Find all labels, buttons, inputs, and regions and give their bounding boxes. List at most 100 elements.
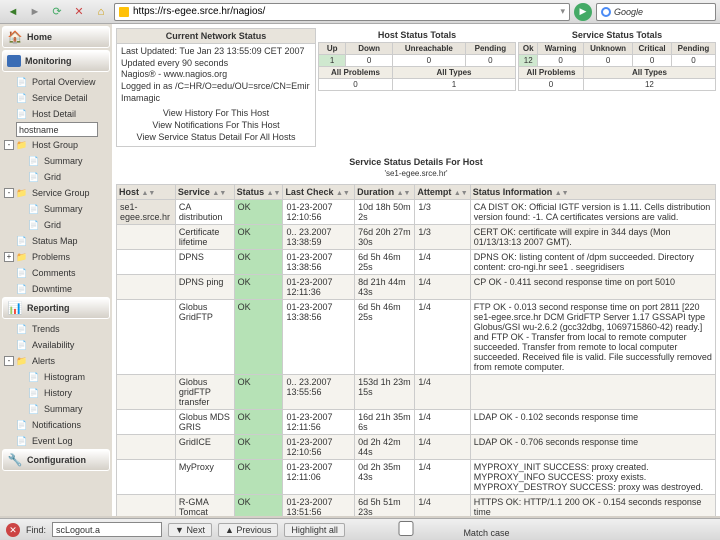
close-findbar-button[interactable]: ✕ (6, 523, 20, 537)
nav-reporting[interactable]: 📊Reporting (2, 297, 110, 319)
doc-icon: 📄 (16, 108, 28, 120)
status-cell: OK (234, 224, 283, 249)
col-host[interactable]: Host ▲▼ (117, 184, 176, 199)
nav-sg-summary[interactable]: 📄Summary (2, 201, 110, 217)
find-input[interactable] (52, 522, 162, 537)
service-status-totals: Service Status Totals OkWarningUnknownCr… (518, 28, 716, 147)
service-cell[interactable]: CA distribution (175, 199, 234, 224)
collapse-icon[interactable]: - (4, 356, 14, 366)
status-cell: OK (234, 494, 283, 516)
status-cell: OK (234, 199, 283, 224)
url-bar[interactable]: https://rs-egee.srce.hr/nagios/ ▾ (114, 3, 570, 21)
nav-host-group[interactable]: -📁Host Group (2, 137, 110, 153)
sort-icon: ▲▼ (397, 190, 411, 197)
doc-icon: 📄 (16, 76, 28, 88)
status-cell: OK (234, 374, 283, 409)
nav-availability[interactable]: 📄Availability (2, 337, 110, 353)
nav-history[interactable]: 📄History (2, 385, 110, 401)
nav-configuration[interactable]: 🔧Configuration (2, 449, 110, 471)
status-cell: OK (234, 459, 283, 494)
info-cell (470, 374, 715, 409)
find-bar: ✕ Find: ▼ Next ▲ Previous Highlight all … (0, 518, 720, 540)
detail-title: Service Status Details For Host (116, 151, 716, 169)
forward-button[interactable]: ► (26, 3, 44, 21)
attempt-cell: 1/4 (415, 299, 470, 374)
nav-status-map[interactable]: 📄Status Map (2, 233, 110, 249)
service-cell[interactable]: Globus GridFTP (175, 299, 234, 374)
home-button[interactable]: ⌂ (92, 3, 110, 21)
host-status-totals: Host Status Totals UpDownUnreachablePend… (318, 28, 516, 147)
nav-alerts[interactable]: -📁Alerts (2, 353, 110, 369)
nav-sg-grid[interactable]: 📄Grid (2, 217, 110, 233)
dropdown-icon[interactable]: ▾ (560, 6, 565, 17)
collapse-icon[interactable]: - (4, 140, 14, 150)
service-cell[interactable]: MyProxy (175, 459, 234, 494)
highlight-all-button[interactable]: Highlight all (284, 523, 345, 537)
url-text: https://rs-egee.srce.hr/nagios/ (133, 6, 265, 17)
match-case-checkbox[interactable]: Match case (351, 521, 510, 538)
nav-comments[interactable]: 📄Comments (2, 265, 110, 281)
doc-icon: 📄 (28, 371, 40, 383)
nav-summary[interactable]: 📄Summary (2, 401, 110, 417)
duration-cell: 6d 5h 46m 25s (355, 249, 415, 274)
nav-monitoring[interactable]: Monitoring (2, 50, 110, 72)
col-status[interactable]: Status ▲▼ (234, 184, 283, 199)
doc-icon: 📄 (16, 419, 28, 431)
nav-service-detail[interactable]: 📄Service Detail (2, 90, 110, 106)
nav-host-detail[interactable]: 📄Host Detail (2, 106, 110, 122)
service-cell[interactable]: Globus MDS GRIS (175, 409, 234, 434)
attempt-cell: 1/4 (415, 374, 470, 409)
table-row: Globus GridFTPOK01-23-2007 13:38:566d 5h… (117, 299, 716, 374)
nav-histogram[interactable]: 📄Histogram (2, 369, 110, 385)
hostname-input[interactable] (16, 122, 98, 137)
info-cell: LDAP OK - 0.706 seconds response time (470, 434, 715, 459)
service-cell[interactable]: GridICE (175, 434, 234, 459)
go-button[interactable]: ▶ (574, 3, 592, 21)
back-button[interactable]: ◄ (4, 3, 22, 21)
folder-icon: 📁 (16, 187, 28, 199)
nav-notifications[interactable]: 📄Notifications (2, 417, 110, 433)
lastcheck-cell: 01-23-2007 13:38:56 (283, 299, 355, 374)
link-history[interactable]: View History For This Host (163, 108, 269, 118)
sort-icon: ▲▼ (555, 190, 569, 197)
service-cell[interactable]: R-GMA Tomcat (175, 494, 234, 516)
doc-icon: 📄 (28, 219, 40, 231)
link-notifications[interactable]: View Notifications For This Host (152, 120, 279, 130)
table-row: R-GMA TomcatOK01-23-2007 13:51:566d 5h 5… (117, 494, 716, 516)
nav-hg-grid[interactable]: 📄Grid (2, 169, 110, 185)
nav-downtime[interactable]: 📄Downtime (2, 281, 110, 297)
nav-home[interactable]: 🏠Home (2, 26, 110, 48)
col-duration[interactable]: Duration ▲▼ (355, 184, 415, 199)
sort-icon: ▲▼ (142, 190, 156, 197)
lastcheck-cell: 0.. 23.2007 13:55:56 (283, 374, 355, 409)
find-prev-button[interactable]: ▲ Previous (218, 523, 278, 537)
status-cell: OK (234, 409, 283, 434)
nav-trends[interactable]: 📄Trends (2, 321, 110, 337)
nav-problems[interactable]: +📁Problems (2, 249, 110, 265)
home-icon: 🏠 (7, 29, 23, 45)
col-service[interactable]: Service ▲▼ (175, 184, 234, 199)
find-next-button[interactable]: ▼ Next (168, 523, 212, 537)
col-last-check[interactable]: Last Check ▲▼ (283, 184, 355, 199)
status-cell: OK (234, 434, 283, 459)
search-bar[interactable]: Google (596, 3, 716, 21)
stop-button[interactable]: ✕ (70, 3, 88, 21)
link-all-hosts[interactable]: View Service Status Detail For All Hosts (137, 132, 296, 142)
service-cell[interactable]: DPNS ping (175, 274, 234, 299)
service-cell[interactable]: DPNS (175, 249, 234, 274)
col-attempt[interactable]: Attempt ▲▼ (415, 184, 470, 199)
doc-icon: 📄 (16, 339, 28, 351)
col-status-information[interactable]: Status Information ▲▼ (470, 184, 715, 199)
browser-toolbar: ◄ ► ⟳ ✕ ⌂ https://rs-egee.srce.hr/nagios… (0, 0, 720, 24)
expand-icon[interactable]: + (4, 252, 14, 262)
nav-hg-summary[interactable]: 📄Summary (2, 153, 110, 169)
nav-service-group[interactable]: -📁Service Group (2, 185, 110, 201)
nav-event-log[interactable]: 📄Event Log (2, 433, 110, 449)
host-cell[interactable]: se1-egee.srce.hr (117, 199, 176, 224)
service-cell[interactable]: Globus gridFTP transfer (175, 374, 234, 409)
collapse-icon[interactable]: - (4, 188, 14, 198)
nav-portal-overview[interactable]: 📄Portal Overview (2, 74, 110, 90)
reload-button[interactable]: ⟳ (48, 3, 66, 21)
attempt-cell: 1/4 (415, 249, 470, 274)
service-cell[interactable]: Certificate lifetime (175, 224, 234, 249)
